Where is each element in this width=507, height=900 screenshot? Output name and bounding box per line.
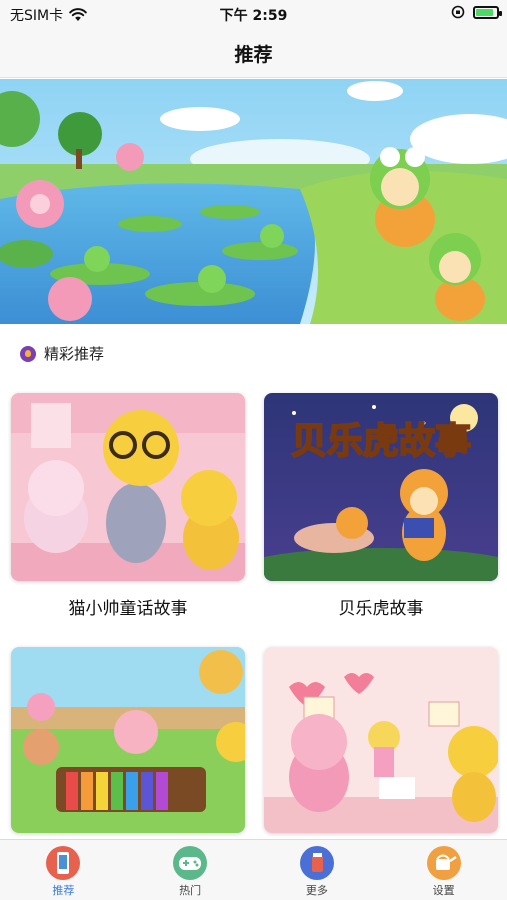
card-thumbnail[interactable] (11, 647, 245, 833)
tab-label: 推荐 (52, 884, 75, 897)
card-title: 猫小帅童话故事 (68, 599, 188, 619)
page-title: 推荐 (234, 44, 273, 66)
phone-icon (46, 846, 81, 880)
gamepad-icon (173, 846, 208, 880)
tab-bar: 推荐 热门 更多 设置 (0, 839, 507, 900)
section-badge-icon (20, 345, 36, 362)
cup-icon (299, 846, 334, 880)
pink-cat-illustration (264, 647, 498, 833)
battery-fill (476, 8, 493, 16)
story-card[interactable] (11, 647, 245, 833)
status-time: 下午 2:59 (219, 8, 288, 24)
card-thumbnail[interactable] (11, 393, 245, 581)
tab-label: 更多 (305, 884, 328, 897)
story-card[interactable]: 猫小帅童话故事 (11, 393, 245, 619)
tab-more[interactable]: 更多 (254, 840, 381, 900)
story-card[interactable] (264, 647, 498, 833)
nav-bar: 推荐 (0, 28, 507, 78)
tab-recommend[interactable]: 推荐 (0, 840, 127, 900)
thumbnail-title: 贝乐虎故事 (291, 421, 471, 462)
status-bar: 无SIM卡 下午 2:59 (0, 0, 507, 28)
tiger-story-illustration: 贝乐虎故事 (264, 393, 498, 581)
story-card[interactable]: 贝乐虎故事 贝乐虎故事 (264, 393, 498, 619)
tab-popular[interactable]: 热门 (127, 840, 254, 900)
banner-image[interactable] (0, 79, 507, 324)
battery-icon (473, 5, 502, 19)
banner-illustration (0, 79, 507, 324)
xylophone-illustration (11, 647, 245, 833)
tab-label: 热门 (179, 884, 202, 897)
tab-settings[interactable]: 设置 (380, 840, 507, 900)
section-header: 精彩推荐 (20, 343, 104, 364)
card-thumbnail[interactable]: 贝乐虎故事 (264, 393, 498, 581)
tab-label: 设置 (432, 884, 455, 897)
cat-story-illustration (11, 393, 245, 581)
orientation-lock-icon (451, 5, 465, 19)
card-thumbnail[interactable] (264, 647, 498, 833)
watering-can-icon (426, 846, 461, 880)
card-title: 贝乐虎故事 (338, 599, 424, 619)
section-label: 精彩推荐 (44, 345, 105, 363)
status-right (451, 5, 502, 19)
